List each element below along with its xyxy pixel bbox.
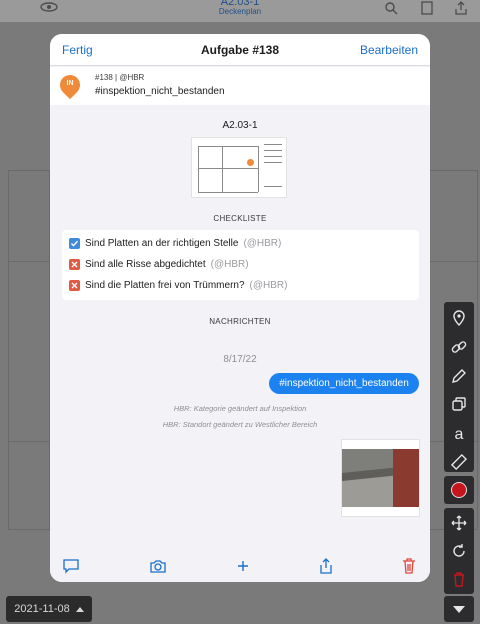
copy-icon xyxy=(452,397,466,412)
sheet-name: A2.03-1 xyxy=(222,120,258,131)
pin-tool[interactable] xyxy=(448,308,470,329)
messages-heading: NACHRICHTEN xyxy=(209,317,271,326)
checklist-item-author: (@HBR) xyxy=(249,279,288,291)
pencil-tool[interactable] xyxy=(448,365,470,386)
task-pin-badge: IN xyxy=(55,70,85,101)
checklist-item-text: Sind alle Risse abgedichtet xyxy=(85,258,206,270)
background-doc-subtitle: Deckenplan xyxy=(218,7,262,16)
checklist-item[interactable]: Sind alle Risse abgedichtet (@HBR) xyxy=(69,258,249,270)
edit-toolbar xyxy=(444,508,474,594)
link-icon xyxy=(451,341,467,353)
message-bubble[interactable]: #inspektion_nicht_bestanden xyxy=(269,373,419,394)
checklist-heading: CHECKLISTE xyxy=(213,214,267,223)
modal-footer xyxy=(50,548,430,582)
checklist-item-author: (@HBR) xyxy=(243,237,282,249)
camera-button[interactable] xyxy=(149,558,167,574)
rotate-icon xyxy=(453,544,465,557)
comment-icon xyxy=(63,559,79,574)
share-button[interactable] xyxy=(317,558,335,574)
delete-tool[interactable] xyxy=(448,568,470,590)
text-tool[interactable]: a xyxy=(448,423,470,444)
message-photo[interactable] xyxy=(341,439,420,517)
modal-header: Fertig Aufgabe #138 Bearbeiten xyxy=(50,34,430,66)
share-icon xyxy=(320,558,332,574)
checklist: Sind Platten an der richtigen Stelle (@H… xyxy=(62,230,419,300)
move-icon xyxy=(451,515,467,531)
checklist-item[interactable]: Sind Platten an der richtigen Stelle (@H… xyxy=(69,237,281,249)
checklist-item-text: Sind Platten an der richtigen Stelle xyxy=(85,237,239,249)
plus-icon xyxy=(238,561,248,571)
sheet-thumbnail[interactable] xyxy=(191,137,287,198)
search-icon xyxy=(385,2,398,15)
move-tool[interactable] xyxy=(448,512,470,534)
pin-icon xyxy=(453,310,465,327)
triangle-up-icon xyxy=(75,606,84,612)
checkbox-failed-icon xyxy=(69,258,80,270)
date-chip[interactable]: 2021-11-08 xyxy=(6,596,92,622)
toolbar-collapse[interactable] xyxy=(444,596,474,622)
drawing-toolbar: a xyxy=(444,302,474,472)
photo-image xyxy=(342,449,419,507)
checklist-item-text: Sind die Platten frei von Trümmern? xyxy=(85,279,245,291)
camera-icon xyxy=(150,560,166,573)
edit-button[interactable]: Bearbeiten xyxy=(360,43,418,57)
task-tag: #inspektion_nicht_bestanden xyxy=(95,86,225,97)
date-chip-label: 2021-11-08 xyxy=(14,603,70,615)
checkbox-checked-icon xyxy=(69,237,80,249)
text-icon: a xyxy=(455,426,464,442)
task-location-marker xyxy=(247,159,254,166)
record-icon xyxy=(451,482,467,498)
rotate-tool[interactable] xyxy=(448,540,470,562)
checklist-item[interactable]: Sind die Platten frei von Trümmern? (@HB… xyxy=(69,279,287,291)
message-date: 8/17/22 xyxy=(223,354,257,365)
chevron-down-icon xyxy=(453,605,465,613)
comment-button[interactable] xyxy=(62,558,80,574)
add-button[interactable] xyxy=(234,558,252,574)
checklist-item-author: (@HBR) xyxy=(210,258,249,270)
task-modal: Fertig Aufgabe #138 Bearbeiten IN #138 |… xyxy=(50,34,430,582)
link-tool[interactable] xyxy=(448,337,470,358)
task-info: IN #138 | @HBR #inspektion_nicht_bestand… xyxy=(50,67,430,105)
document-icon xyxy=(421,1,433,15)
ruler-tool[interactable] xyxy=(448,451,470,472)
task-badge-label: IN xyxy=(66,80,74,87)
trash-icon xyxy=(454,572,464,587)
pencil-icon xyxy=(452,368,466,383)
system-message: HBR: Kategorie geändert auf Inspektion xyxy=(173,404,307,413)
background-navbar: A2.03-1 Deckenplan xyxy=(0,0,480,22)
svg-text:a: a xyxy=(455,426,464,442)
ruler-icon xyxy=(450,453,468,470)
trash-icon xyxy=(403,558,415,574)
copy-tool[interactable] xyxy=(448,394,470,415)
record-tool[interactable] xyxy=(444,476,474,504)
checkbox-failed-icon xyxy=(69,279,80,291)
task-meta: #138 | @HBR xyxy=(95,73,145,82)
delete-button[interactable] xyxy=(400,558,418,574)
upload-icon xyxy=(455,1,467,15)
system-message: HBR: Standort geändert zu Westlicher Ber… xyxy=(162,420,318,429)
